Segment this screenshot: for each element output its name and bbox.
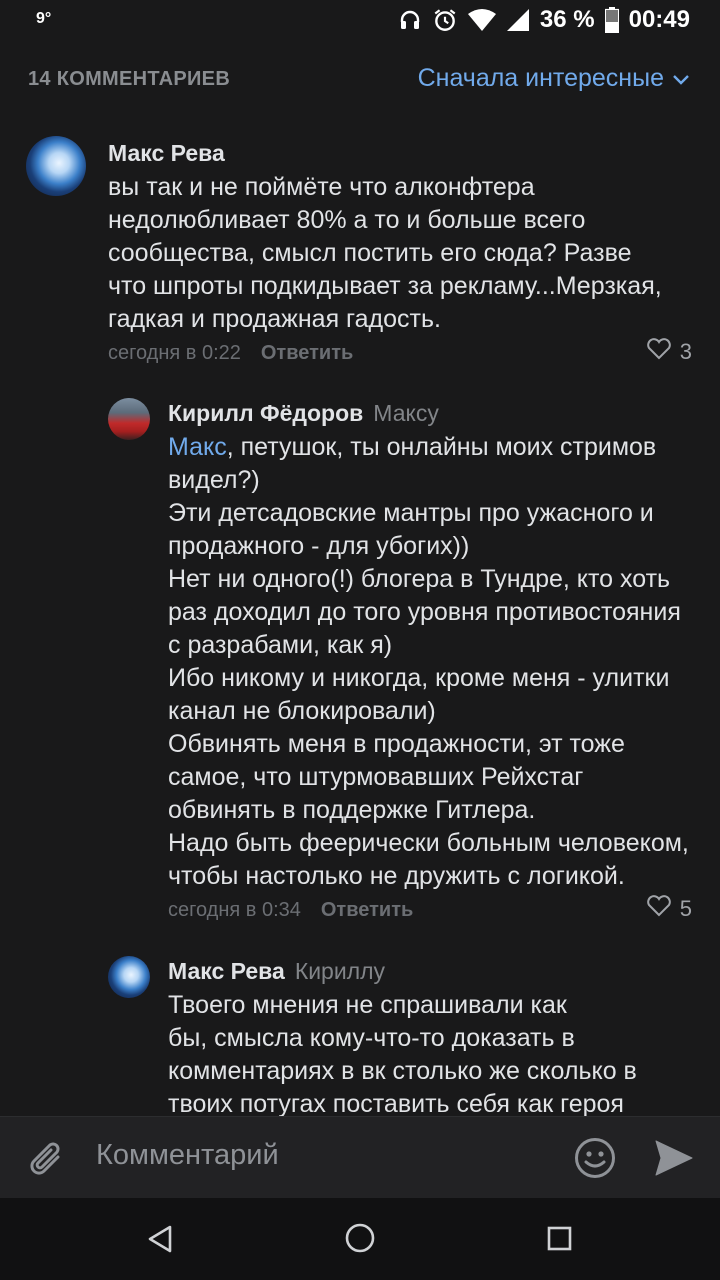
comment-time: сегодня в 0:34 — [168, 899, 301, 921]
battery-percent: 36 % — [539, 6, 595, 33]
temperature-indicator: 9° — [36, 10, 52, 27]
comments-header: 14 КОММЕНТАРИЕВ Сначала интересные — [0, 58, 720, 102]
like-count: 5 — [679, 896, 692, 921]
heart-icon — [646, 895, 672, 923]
comment-author[interactable]: Макс Рева — [108, 140, 708, 167]
sort-dropdown[interactable]: Сначала интересные — [418, 64, 690, 93]
comment-author[interactable]: Макс Рева — [168, 958, 285, 984]
send-icon[interactable] — [654, 1139, 694, 1182]
comment-reply: Кирилл Фёдоров Максу Макс, петушок, ты он… — [0, 390, 720, 930]
reply-to-label[interactable]: Кириллу — [295, 958, 385, 984]
avatar[interactable] — [26, 136, 86, 196]
clock: 00:49 — [628, 6, 690, 33]
heart-icon — [646, 338, 672, 366]
home-icon[interactable] — [344, 1222, 376, 1259]
comment-reply: Макс Рева Кириллу Твоего мнения не спраши… — [0, 950, 720, 1116]
comment: Макс Рева вы так и не поймёте что алконф… — [0, 130, 720, 370]
comment-text: Твоего мнения не спрашивали как бы, смыс… — [168, 991, 637, 1116]
system-nav-bar — [0, 1198, 720, 1280]
battery-icon — [604, 7, 619, 33]
comment-text-body: , петушок, ты онлайны моих стримов видел… — [168, 433, 689, 890]
avatar[interactable] — [108, 956, 150, 998]
comment-meta: сегодня в 0:34 Ответить 5 — [168, 895, 708, 922]
alarm-icon — [432, 7, 458, 33]
comment-author[interactable]: Кирилл Фёдоров — [168, 400, 363, 426]
status-bar: 9° 36 % 00:49 — [0, 0, 720, 44]
back-icon[interactable] — [146, 1224, 174, 1259]
smile-icon[interactable] — [574, 1137, 616, 1184]
sort-label: Сначала интересные — [417, 64, 664, 92]
wifi-icon — [467, 8, 496, 32]
mention-link[interactable]: Макс — [168, 433, 227, 461]
comment-text: вы так и не поймёте что алконфтера недол… — [108, 173, 662, 333]
chevron-down-icon — [672, 64, 690, 93]
headphones-icon — [398, 8, 422, 32]
like-button[interactable]: 5 — [646, 895, 692, 923]
comment-meta: сегодня в 0:22 Ответить 3 — [108, 338, 708, 365]
like-button[interactable]: 3 — [646, 338, 692, 366]
status-icons: 36 % 00:49 — [398, 6, 690, 34]
signal-icon — [506, 8, 530, 32]
comment-time: сегодня в 0:22 — [108, 342, 241, 364]
avatar[interactable] — [108, 398, 150, 440]
like-count: 3 — [679, 339, 692, 364]
reply-to-label[interactable]: Максу — [373, 400, 439, 426]
reply-button[interactable]: Ответить — [261, 342, 353, 365]
paperclip-icon[interactable] — [28, 1137, 68, 1186]
comment-input[interactable]: Комментарий — [96, 1139, 279, 1172]
recents-icon[interactable] — [547, 1226, 573, 1257]
reply-button[interactable]: Ответить — [321, 899, 413, 922]
comment-text: Макс, петушок, ты онлайны моих стримов в… — [168, 431, 708, 893]
comment-composer: Комментарий — [0, 1116, 720, 1199]
comments-count: 14 КОММЕНТАРИЕВ — [28, 68, 231, 90]
